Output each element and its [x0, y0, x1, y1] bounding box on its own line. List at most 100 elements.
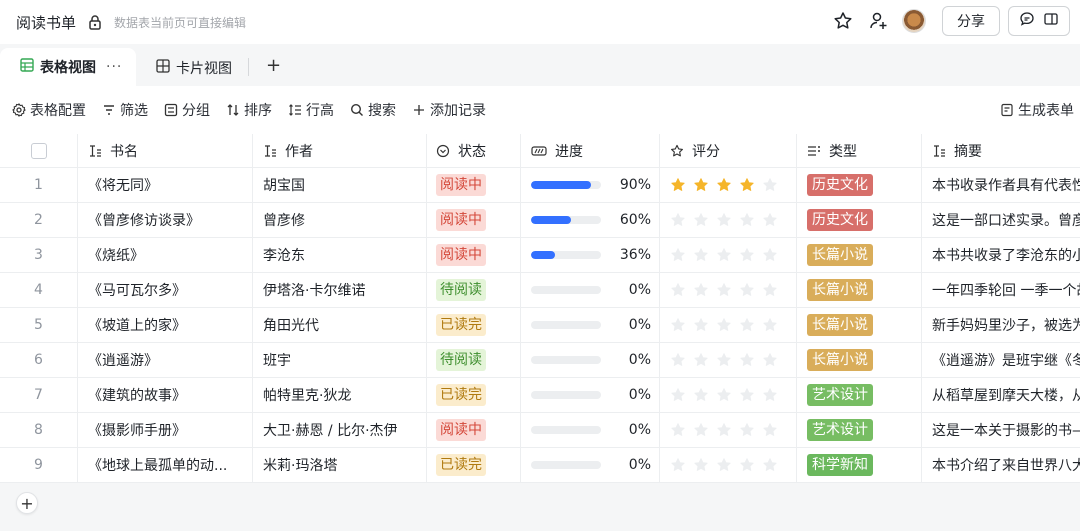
row-number-cell[interactable]: 4 — [0, 273, 78, 307]
author-cell[interactable]: 角田光代 — [253, 308, 427, 342]
tab-card-view[interactable]: 卡片视图 — [156, 58, 232, 78]
rating-cell[interactable] — [660, 378, 797, 412]
star-empty-icon[interactable] — [693, 212, 709, 228]
table-settings-button[interactable]: 表格配置 — [12, 100, 86, 120]
type-cell[interactable]: 艺术设计 — [797, 378, 922, 412]
book-cell[interactable]: 《摄影师手册》 — [78, 413, 253, 447]
summary-cell[interactable]: 从稻草屋到摩天大楼，从 — [922, 378, 1080, 412]
rating-cell[interactable] — [660, 308, 797, 342]
row-number-cell[interactable]: 1 — [0, 168, 78, 202]
sidebar-icon[interactable] — [1043, 11, 1059, 31]
star-empty-icon[interactable] — [762, 387, 778, 403]
row-number-cell[interactable]: 6 — [0, 343, 78, 377]
summary-cell[interactable]: 一年四季轮回 一季一个故 — [922, 273, 1080, 307]
author-cell[interactable]: 伊塔洛·卡尔维诺 — [253, 273, 427, 307]
progress-cell[interactable]: 90% — [521, 168, 660, 202]
status-cell[interactable]: 阅读中 — [427, 168, 521, 202]
column-header-rating[interactable]: 评分 — [660, 134, 797, 167]
status-cell[interactable]: 已读完 — [427, 448, 521, 482]
rating-stars[interactable] — [670, 422, 785, 438]
star-empty-icon[interactable] — [739, 387, 755, 403]
status-cell[interactable]: 阅读中 — [427, 238, 521, 272]
type-cell[interactable]: 艺术设计 — [797, 413, 922, 447]
progress-cell[interactable]: 0% — [521, 378, 660, 412]
table-row[interactable]: 6 《逍遥游》 班宇 待阅读 0% 长篇小说 《逍遥游》是班宇继《冬 — [0, 343, 1080, 378]
rating-cell[interactable] — [660, 273, 797, 307]
star-empty-icon[interactable] — [693, 457, 709, 473]
author-cell[interactable]: 班宇 — [253, 343, 427, 377]
add-view-button[interactable]: + — [266, 55, 281, 76]
column-header-summary[interactable]: 摘要 — [922, 134, 1080, 167]
rating-stars[interactable] — [670, 212, 785, 228]
rating-stars[interactable] — [670, 317, 785, 333]
progress-cell[interactable]: 0% — [521, 448, 660, 482]
comment-icon[interactable] — [1019, 11, 1035, 31]
book-cell[interactable]: 《马可瓦尔多》 — [78, 273, 253, 307]
status-cell[interactable]: 待阅读 — [427, 343, 521, 377]
progress-cell[interactable]: 36% — [521, 238, 660, 272]
star-empty-icon[interactable] — [716, 212, 732, 228]
status-cell[interactable]: 已读完 — [427, 378, 521, 412]
star-icon[interactable] — [828, 6, 858, 36]
star-empty-icon[interactable] — [693, 317, 709, 333]
rating-cell[interactable] — [660, 238, 797, 272]
column-header-progress[interactable]: 进度 — [521, 134, 660, 167]
summary-cell[interactable]: 本书收录作者具有代表性 — [922, 168, 1080, 202]
rating-cell[interactable] — [660, 413, 797, 447]
table-row[interactable]: 2 《曾彦修访谈录》 曾彦修 阅读中 60% 历史文化 这是一部口述实录。曾彦 — [0, 203, 1080, 238]
status-cell[interactable]: 阅读中 — [427, 413, 521, 447]
summary-cell[interactable]: 《逍遥游》是班宇继《冬 — [922, 343, 1080, 377]
book-cell[interactable]: 《坡道上的家》 — [78, 308, 253, 342]
star-empty-icon[interactable] — [739, 212, 755, 228]
type-cell[interactable]: 科学新知 — [797, 448, 922, 482]
table-row[interactable]: 3 《烧纸》 李沧东 阅读中 36% 长篇小说 本书共收录了李沧东的小 — [0, 238, 1080, 273]
type-cell[interactable]: 历史文化 — [797, 168, 922, 202]
table-row[interactable]: 1 《将无同》 胡宝国 阅读中 90% 历史文化 本书收录作者具有代表性 — [0, 168, 1080, 203]
add-row-button[interactable]: + — [16, 492, 38, 514]
rating-cell[interactable] — [660, 448, 797, 482]
row-number-cell[interactable]: 2 — [0, 203, 78, 237]
column-header-author[interactable]: 作者 — [253, 134, 427, 167]
table-row[interactable]: 7 《建筑的故事》 帕特里克·狄龙 已读完 0% 艺术设计 从稻草屋到摩天大楼，从 — [0, 378, 1080, 413]
star-empty-icon[interactable] — [670, 212, 686, 228]
star-empty-icon[interactable] — [693, 352, 709, 368]
rating-cell[interactable] — [660, 343, 797, 377]
row-number-cell[interactable]: 3 — [0, 238, 78, 272]
lock-icon[interactable] — [88, 14, 102, 30]
share-button[interactable]: 分享 — [942, 6, 1000, 36]
rating-cell[interactable] — [660, 203, 797, 237]
book-cell[interactable]: 《烧纸》 — [78, 238, 253, 272]
tab-grid-view[interactable]: 表格视图 ··· — [0, 48, 136, 86]
star-empty-icon[interactable] — [670, 247, 686, 263]
book-cell[interactable]: 《逍遥游》 — [78, 343, 253, 377]
star-empty-icon[interactable] — [670, 352, 686, 368]
star-empty-icon[interactable] — [716, 387, 732, 403]
star-empty-icon[interactable] — [762, 212, 778, 228]
star-empty-icon[interactable] — [739, 247, 755, 263]
star-filled-icon[interactable] — [670, 177, 686, 193]
book-cell[interactable]: 《将无同》 — [78, 168, 253, 202]
search-button[interactable]: 搜索 — [350, 100, 396, 120]
row-number-cell[interactable]: 9 — [0, 448, 78, 482]
star-empty-icon[interactable] — [739, 317, 755, 333]
filter-button[interactable]: 筛选 — [102, 100, 148, 120]
summary-cell[interactable]: 这是一本关于摄影的书— — [922, 413, 1080, 447]
star-empty-icon[interactable] — [716, 352, 732, 368]
type-cell[interactable]: 长篇小说 — [797, 308, 922, 342]
star-empty-icon[interactable] — [762, 457, 778, 473]
type-cell[interactable]: 历史文化 — [797, 203, 922, 237]
book-cell[interactable]: 《地球上最孤单的动... — [78, 448, 253, 482]
table-row[interactable]: 9 《地球上最孤单的动... 米莉·玛洛塔 已读完 0% 科学新知 本书介绍了来自世界八大 — [0, 448, 1080, 483]
summary-cell[interactable]: 这是一部口述实录。曾彦 — [922, 203, 1080, 237]
add-record-button[interactable]: 添加记录 — [412, 100, 486, 120]
group-button[interactable]: 分组 — [164, 100, 210, 120]
status-cell[interactable]: 阅读中 — [427, 203, 521, 237]
star-empty-icon[interactable] — [739, 457, 755, 473]
star-empty-icon[interactable] — [693, 247, 709, 263]
star-empty-icon[interactable] — [716, 457, 732, 473]
row-number-cell[interactable]: 8 — [0, 413, 78, 447]
status-cell[interactable]: 待阅读 — [427, 273, 521, 307]
book-cell[interactable]: 《曾彦修访谈录》 — [78, 203, 253, 237]
avatar[interactable] — [902, 9, 926, 33]
tab-more-button[interactable]: ··· — [106, 59, 122, 75]
